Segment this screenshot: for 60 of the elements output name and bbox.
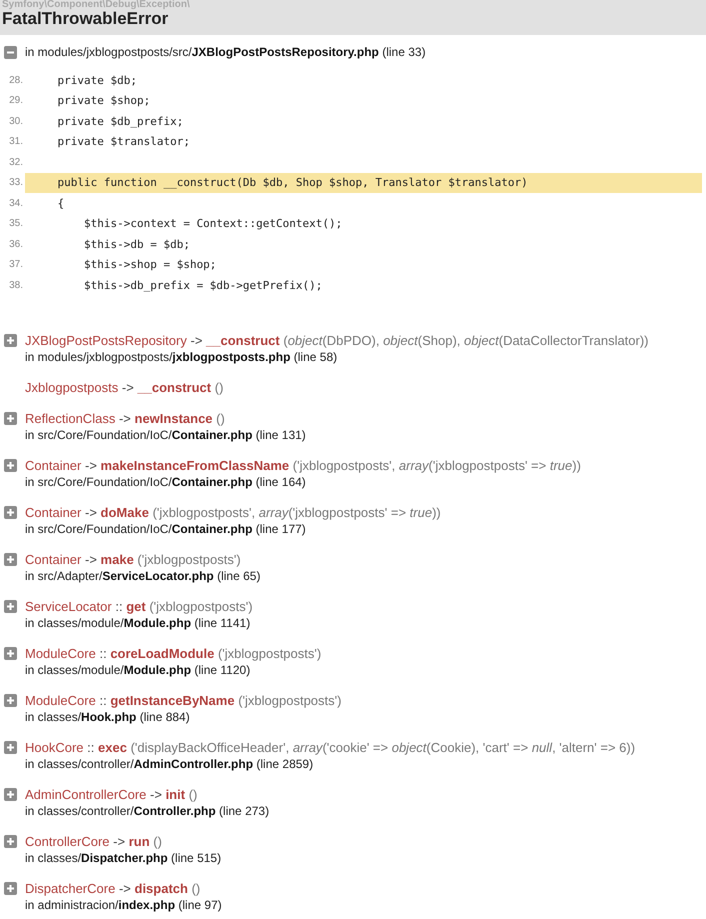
- line-number: 38.: [8, 280, 23, 291]
- code-line: $this->db_prefix = $db->getPrefix();: [82, 278, 324, 294]
- call-signature: ModuleCore :: coreLoadModule ('jxblogpostposts'): [25, 644, 322, 662]
- collapse-icon[interactable]: [4, 46, 17, 59]
- line-number: 30.: [8, 116, 23, 127]
- call-signature: ReflectionClass -> newInstance (): [25, 410, 226, 426]
- code-line: $this->context = Context::getContext();: [82, 216, 344, 232]
- code-line: $this->shop = $shop;: [82, 257, 218, 274]
- code-line: {: [56, 196, 66, 212]
- expand-icon[interactable]: [4, 458, 17, 472]
- line-number: 31.: [8, 136, 23, 148]
- call-signature: Jxblogpostposts -> __construct (): [25, 378, 224, 396]
- call-signature: Container -> makeInstanceFromClassName ('jxblogpostposts', array('jxblogpostposts' => true)): [25, 456, 582, 474]
- file-location: in classes/controller/Controller.php (line 273): [25, 802, 270, 818]
- file-location: in src/Core/Foundation/IoC/Container.php (line 164): [25, 474, 307, 490]
- call-signature: ControllerCore -> run (): [25, 832, 163, 850]
- file-location: in modules/jxblogpostposts/jxblogpostposts.php (line 58): [25, 348, 338, 364]
- call-signature: Container -> make ('jxblogpostposts'): [25, 550, 242, 568]
- file-location: in classes/module/Module.php (line 1141): [25, 614, 252, 630]
- exception-title: FatalThrowableError: [2, 9, 168, 30]
- file-location: in src/Core/Foundation/IoC/Container.php (line 177): [25, 520, 307, 536]
- line-number: 34.: [8, 198, 23, 209]
- file-location: in src/Core/Foundation/IoC/Container.php (line 131): [25, 426, 307, 442]
- expand-icon[interactable]: [4, 788, 17, 800]
- call-signature: ModuleCore :: getInstanceByName ('jxblogpostposts'): [25, 692, 342, 708]
- line-number: 37.: [8, 259, 23, 270]
- expand-icon[interactable]: [4, 646, 17, 660]
- code-line: private $shop;: [56, 93, 152, 110]
- call-signature: JXBlogPostPostsRepository -> __construct (object(DbPDO), object(Shop), object(DataCollectorTranslator)): [25, 332, 650, 348]
- code-line: private $db;: [56, 72, 138, 89]
- expand-icon[interactable]: [4, 600, 17, 612]
- file-location: in administracion/index.php (line 97): [25, 896, 223, 912]
- call-signature: HookCore :: exec ('displayBackOfficeHeader', array('cookie' => object(Cookie), 'cart' => null, 'altern' => 6)): [25, 738, 636, 756]
- expand-icon[interactable]: [4, 694, 17, 706]
- expand-icon[interactable]: [4, 412, 17, 424]
- line-number: 29.: [8, 95, 23, 106]
- line-number: 28.: [8, 74, 23, 86]
- expand-icon[interactable]: [4, 834, 17, 848]
- file-location: in classes/module/Module.php (line 1120): [25, 662, 252, 678]
- code-line: private $db_prefix;: [56, 114, 184, 130]
- call-signature: Container -> doMake ('jxblogpostposts', array('jxblogpostposts' => true)): [25, 504, 442, 520]
- expand-icon[interactable]: [4, 882, 17, 894]
- code-line: private $translator;: [56, 134, 191, 150]
- line-number: 33.: [8, 177, 23, 188]
- line-number: 35.: [8, 218, 23, 230]
- expand-icon[interactable]: [4, 740, 17, 754]
- file-location: in classes/Dispatcher.php (line 515): [25, 850, 222, 866]
- line-number: 32.: [8, 156, 23, 168]
- file-location: in modules/jxblogpostposts/src/JXBlogPostPostsRepository.php (line 33): [25, 44, 427, 60]
- call-signature: AdminControllerCore -> init (): [25, 786, 198, 802]
- expand-icon[interactable]: [4, 552, 17, 566]
- call-signature: DispatcherCore -> dispatch (): [25, 880, 202, 896]
- call-signature: ServiceLocator :: get ('jxblogpostposts'): [25, 598, 254, 614]
- file-location: in classes/Hook.php (line 884): [25, 708, 191, 724]
- file-location: in src/Adapter/ServiceLocator.php (line 65): [25, 568, 262, 584]
- expand-icon[interactable]: [4, 506, 17, 518]
- line-number: 36.: [8, 238, 23, 250]
- file-location: in classes/controller/AdminController.php (line 2859): [25, 756, 314, 772]
- code-line: $this->db = $db;: [82, 236, 191, 253]
- expand-icon[interactable]: [4, 334, 17, 346]
